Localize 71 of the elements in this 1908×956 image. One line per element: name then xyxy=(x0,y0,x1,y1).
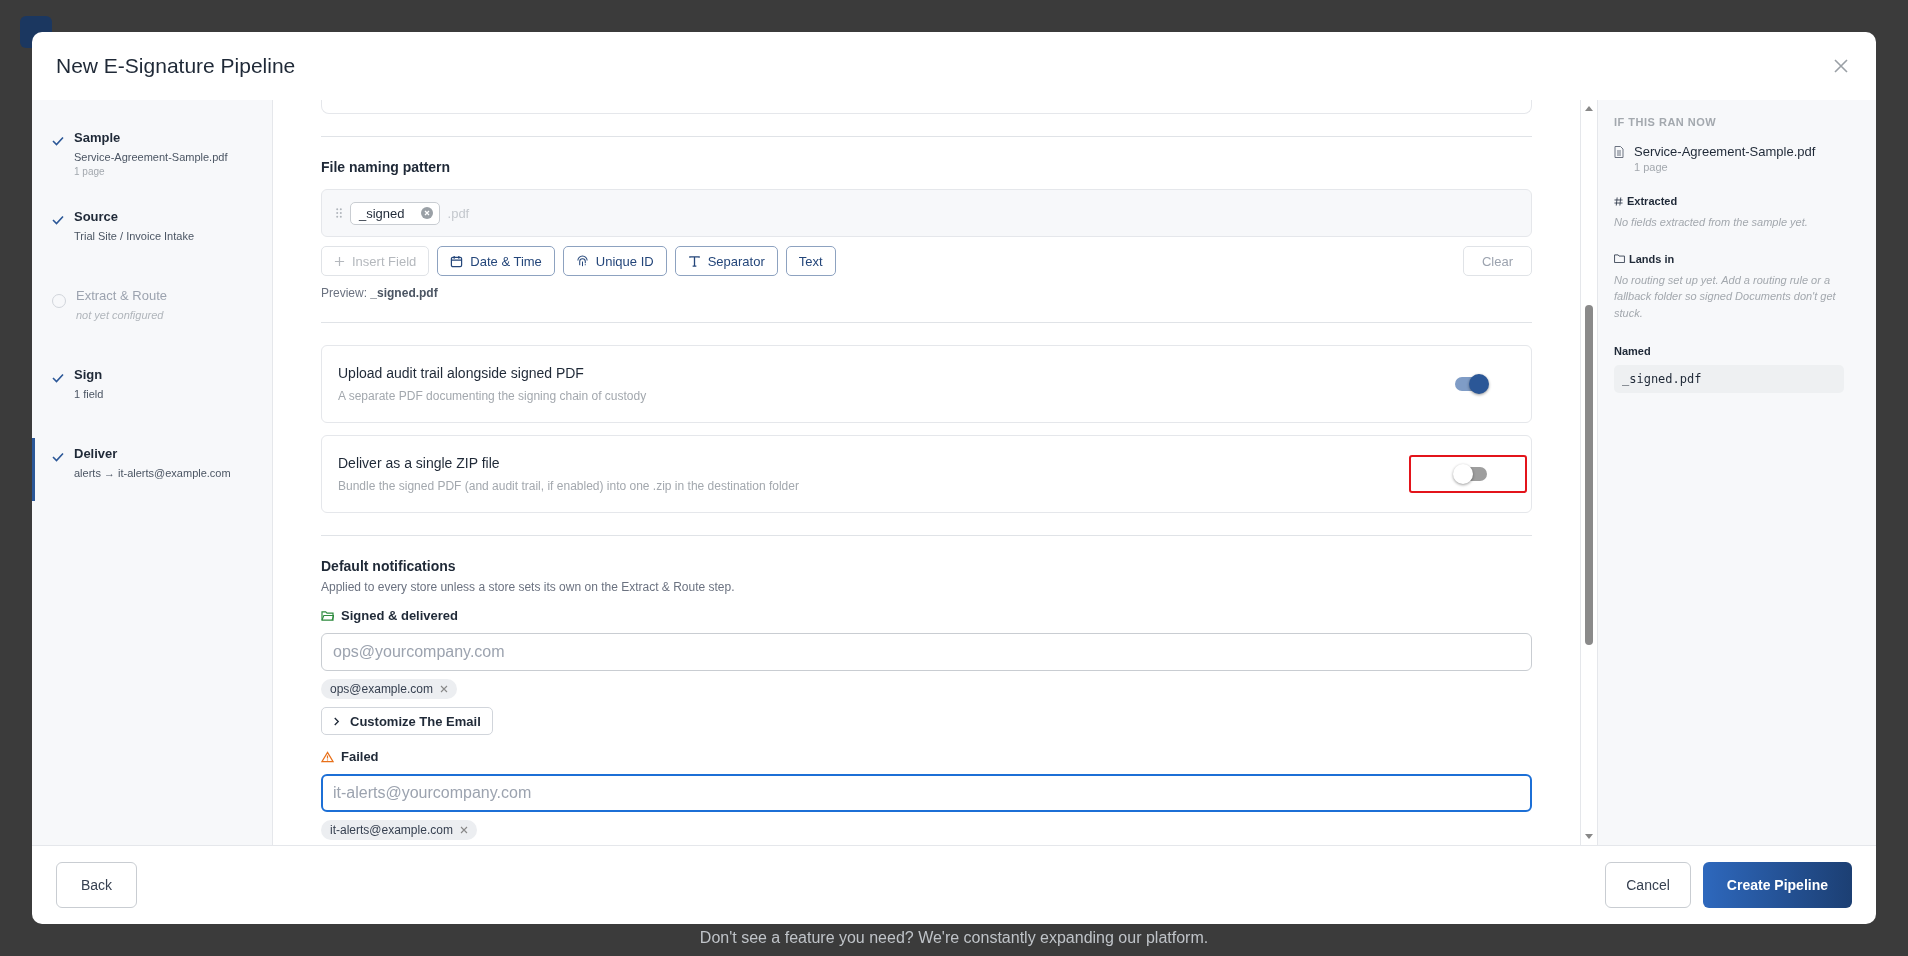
create-pipeline-button[interactable]: Create Pipeline xyxy=(1702,862,1852,908)
text-icon xyxy=(687,254,701,268)
option-description: Bundle the signed PDF (and audit trail, if enabled) into one .zip in the destination folder xyxy=(338,479,799,493)
check-icon xyxy=(52,373,64,383)
step-title: Source xyxy=(74,209,120,224)
hash-icon xyxy=(1614,196,1623,206)
remove-icon[interactable] xyxy=(439,685,448,693)
panel-label: Lands in xyxy=(1629,252,1675,265)
calendar-icon xyxy=(450,254,464,268)
panel-label: Named xyxy=(1614,345,1652,357)
cancel-button[interactable]: Cancel xyxy=(1605,862,1691,908)
background-text: Don't see a feature you need? We're constantly expanding our platform. xyxy=(698,929,1210,947)
plus-icon xyxy=(334,255,345,267)
step-item[interactable]: Sign 1 field xyxy=(32,359,272,422)
dialog-title: New E-Signature Pipeline xyxy=(56,54,296,78)
insert-button[interactable]: Separator xyxy=(674,246,778,276)
check-icon xyxy=(52,136,64,146)
email-field[interactable]: it-alerts@yourcompany.com xyxy=(321,774,1532,812)
close-icon[interactable] xyxy=(1834,59,1848,73)
panel-heading: IF THIS RAN NOW xyxy=(1614,116,1718,128)
empty-note: No fields extracted from the sample yet. xyxy=(1614,215,1809,230)
scroll-thumb[interactable] xyxy=(1585,305,1593,645)
step-title: Deliver xyxy=(74,446,119,461)
check-icon xyxy=(52,452,64,462)
insert-button[interactable]: Unique ID xyxy=(562,246,667,276)
insert-button[interactable]: Date & Time xyxy=(437,246,555,276)
group-label: Failed xyxy=(341,749,379,764)
scroll-down-icon[interactable] xyxy=(1585,834,1593,839)
group-label: Signed & delivered xyxy=(341,608,459,623)
folder-icon xyxy=(321,610,334,621)
step-detail: 1 field xyxy=(74,388,104,400)
section-title: File naming pattern xyxy=(321,159,452,175)
toggle-switch[interactable] xyxy=(1455,377,1487,391)
option-description: A separate PDF documenting the signing chain of custody xyxy=(338,389,647,403)
step-detail: not yet configured xyxy=(76,309,165,321)
page-count: 1 page xyxy=(1634,161,1669,173)
fingerprint-icon xyxy=(575,254,589,268)
scroll-up-icon[interactable] xyxy=(1585,106,1593,111)
panel-label: Extracted xyxy=(1627,195,1678,207)
step-title: Extract & Route xyxy=(76,288,168,303)
email-chip[interactable]: it-alerts@example.com xyxy=(321,820,477,840)
remove-icon[interactable] xyxy=(420,207,433,219)
document-icon xyxy=(1614,146,1624,158)
section-description: Applied to every store unless a store sets its own on the Extract & Route step. xyxy=(321,580,736,594)
customize-button[interactable]: Customize The Email xyxy=(321,707,493,735)
chevron-right-icon xyxy=(333,716,340,726)
folder-icon xyxy=(1614,254,1625,263)
option-title: Deliver as a single ZIP file xyxy=(338,455,501,471)
warning-icon xyxy=(321,750,334,763)
back-button[interactable]: Back xyxy=(56,862,138,908)
check-icon xyxy=(52,215,64,225)
empty-note: No routing set up yet. Add a routing rule or a fallback folder so signed Documents don't get stuck. xyxy=(1614,272,1837,321)
toggle-switch[interactable] xyxy=(1455,467,1487,481)
step-item[interactable]: Source Trial Site / Invoice Intake xyxy=(32,201,272,264)
insert-button[interactable]: Text xyxy=(785,246,836,276)
drag-handle-icon[interactable] xyxy=(336,208,342,218)
token-chip[interactable]: _signed xyxy=(350,201,440,225)
step-detail: Trial Site / Invoice Intake xyxy=(74,230,195,242)
file-name: Service-Agreement-Sample.pdf xyxy=(1634,144,1816,159)
preview-text: Preview: _signed.pdf xyxy=(321,286,439,300)
step-detail: Service-Agreement-Sample.pdf xyxy=(74,151,228,163)
section-title: Default notifications xyxy=(321,558,457,574)
remove-icon[interactable] xyxy=(459,826,468,834)
step-title: Sign xyxy=(74,367,104,382)
email-chip[interactable]: ops@example.com xyxy=(321,679,457,699)
file-name-preview: _signed.pdf xyxy=(1614,365,1844,393)
step-detail: alerts → it-alerts@example.com xyxy=(74,467,231,479)
step-item[interactable]: Sample Service-Agreement-Sample.pdf 1 page xyxy=(32,122,272,185)
step-title: Sample xyxy=(74,130,122,145)
option-title: Upload audit trail alongside signed PDF xyxy=(338,365,585,381)
step-note: 1 page xyxy=(74,166,106,177)
